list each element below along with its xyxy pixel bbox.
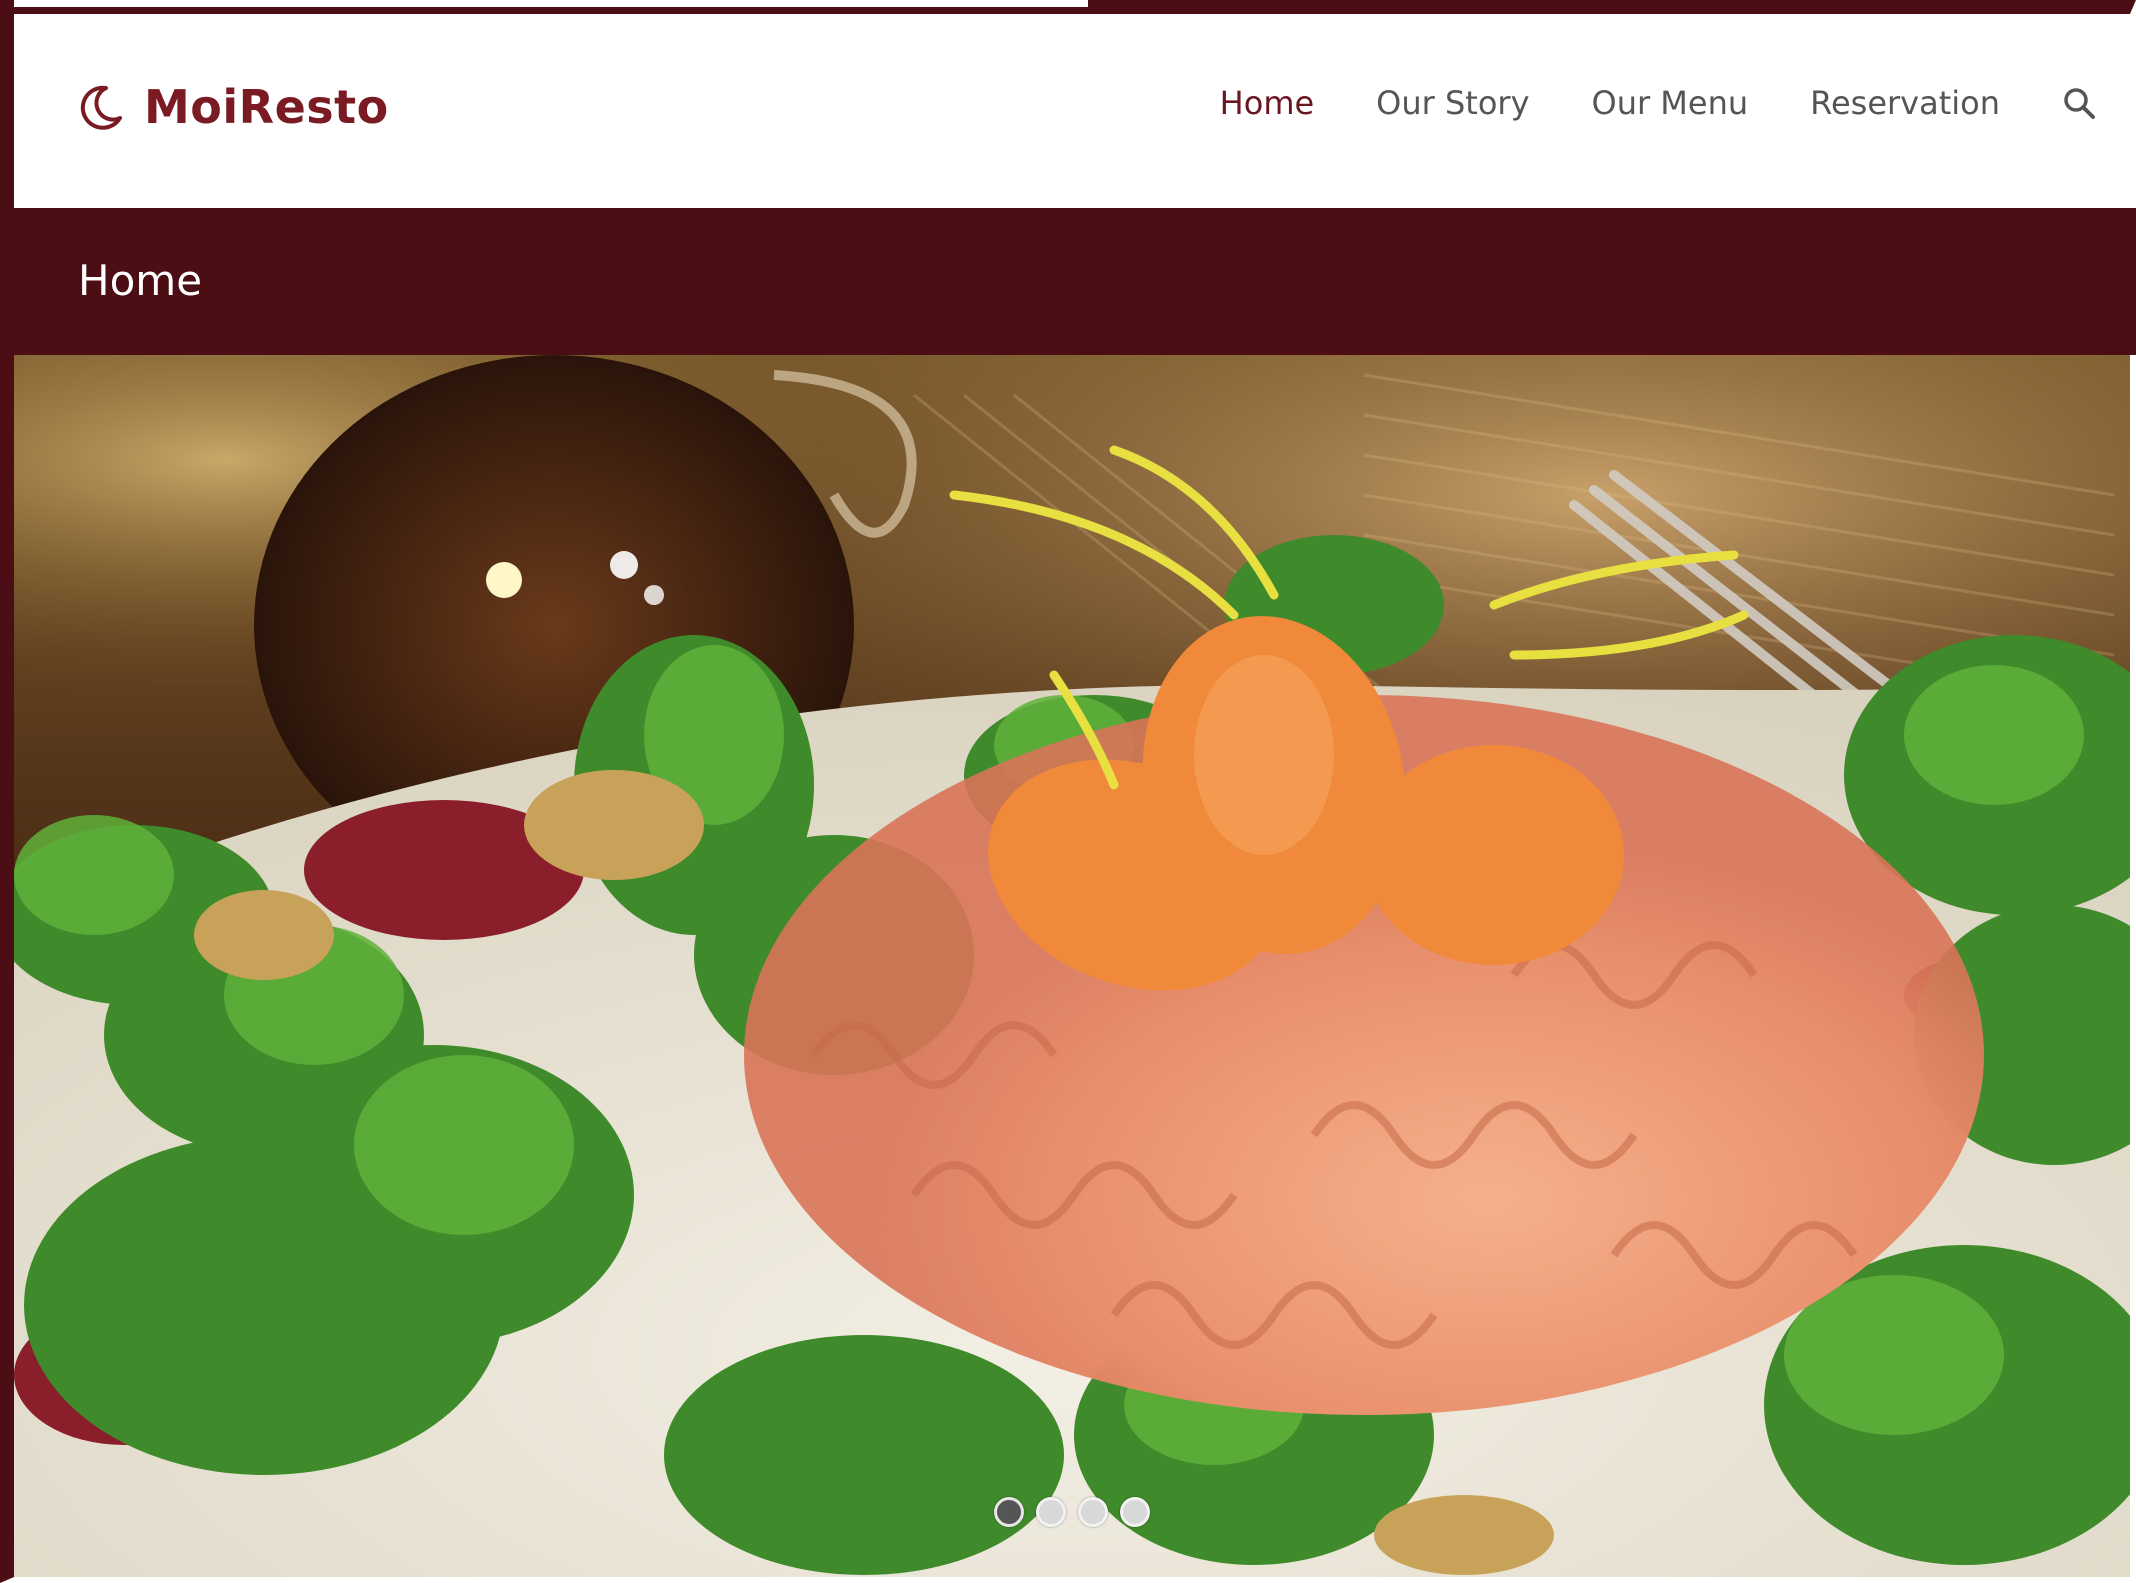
brand-name: MoiResto	[144, 80, 389, 134]
nav-item-reservation[interactable]: Reservation	[1810, 84, 2000, 122]
page-title-bar: Home	[14, 208, 2136, 355]
nav-item-our-story[interactable]: Our Story	[1376, 84, 1529, 122]
slider-dot-2[interactable]	[1036, 1497, 1066, 1527]
nav-item-home[interactable]: Home	[1220, 84, 1315, 122]
site-header: MoiResto Home Our Story Our Menu Reserva…	[14, 14, 2136, 208]
page-title: Home	[78, 256, 203, 305]
hero-image	[14, 355, 2130, 1577]
slider-dot-1[interactable]	[994, 1497, 1024, 1527]
hero-slider[interactable]	[14, 355, 2130, 1577]
search-icon[interactable]	[2062, 86, 2096, 120]
main-nav: Home Our Story Our Menu Reservation	[1158, 84, 2096, 122]
slider-dot-3[interactable]	[1078, 1497, 1108, 1527]
slider-dots	[994, 1497, 1150, 1527]
slider-dot-4[interactable]	[1120, 1497, 1150, 1527]
moon-icon	[80, 85, 122, 130]
top-strip	[14, 0, 1088, 7]
brand-logo-link[interactable]: MoiResto	[76, 80, 389, 134]
nav-item-our-menu[interactable]: Our Menu	[1592, 84, 1749, 122]
